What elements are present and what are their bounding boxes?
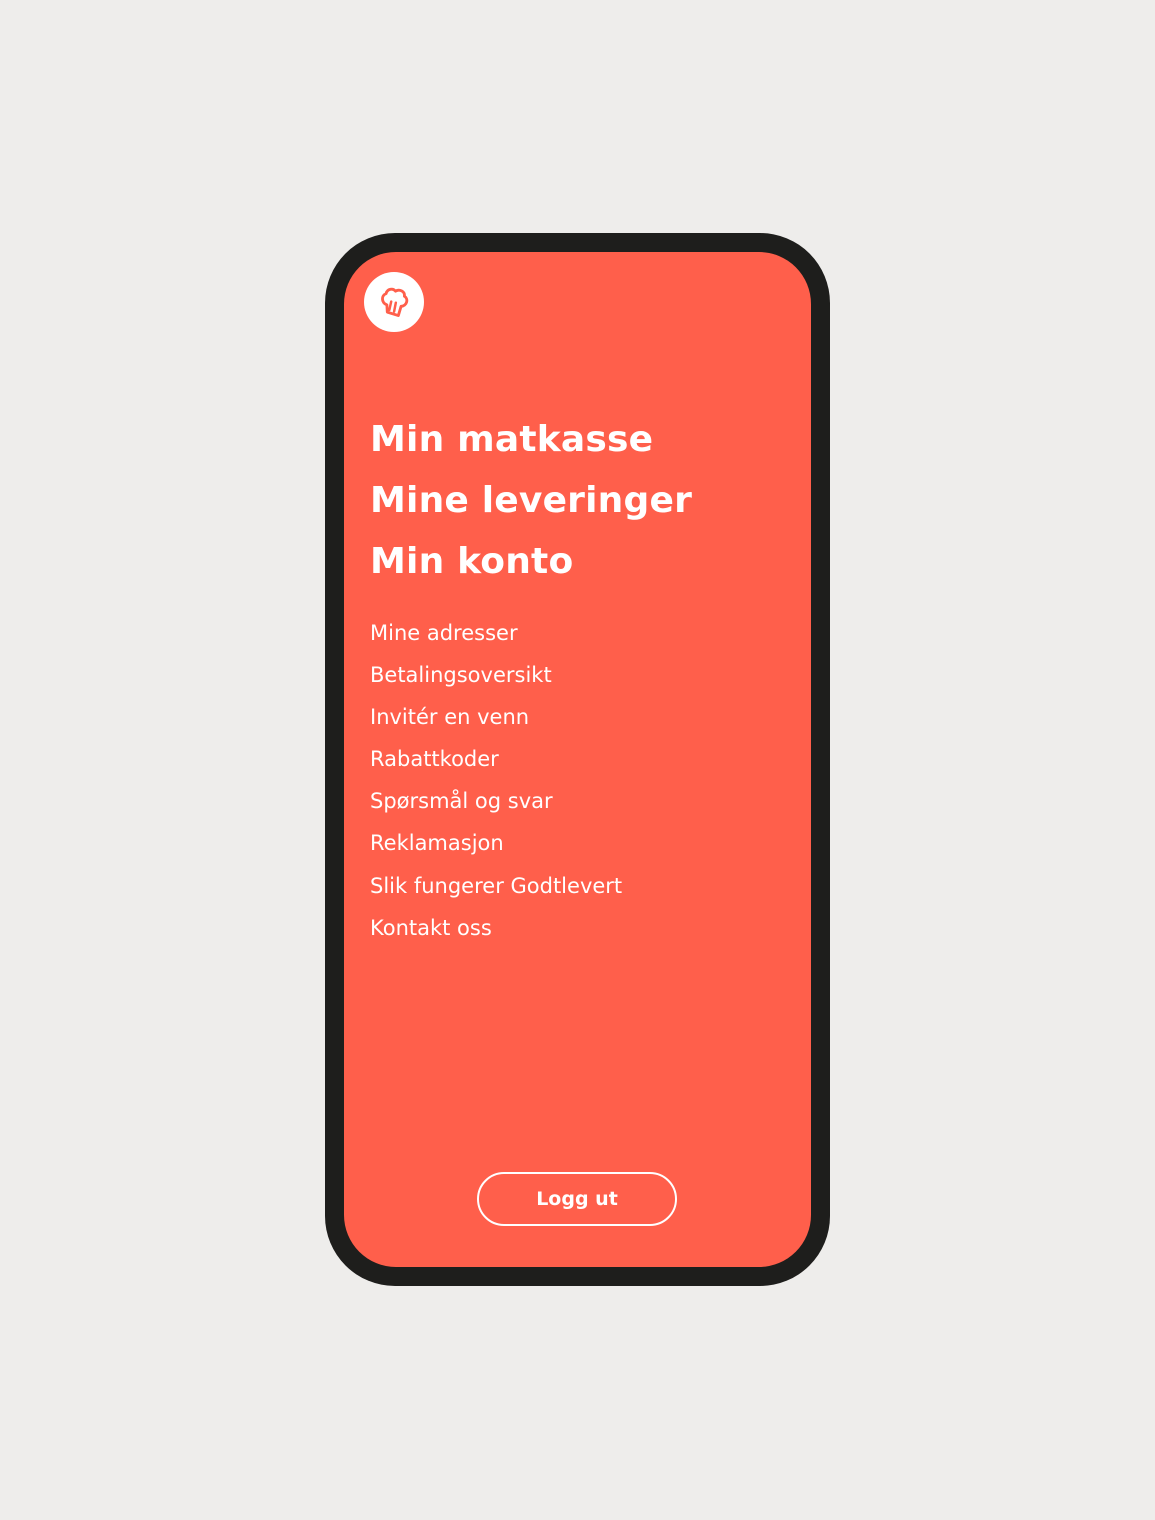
nav-item-min-konto[interactable]: Min konto <box>370 542 692 603</box>
secondary-nav: Mine adresser Betalingsoversikt Invitér … <box>370 619 622 956</box>
nav-item-betalingsoversikt[interactable]: Betalingsoversikt <box>370 661 622 703</box>
nav-item-min-matkasse[interactable]: Min matkasse <box>370 420 692 481</box>
nav-item-mine-leveringer[interactable]: Mine leveringer <box>370 481 692 542</box>
nav-item-inviter-en-venn[interactable]: Invitér en venn <box>370 703 622 745</box>
menu-screen: Min matkasse Mine leveringer Min konto M… <box>344 252 811 1267</box>
nav-item-slik-fungerer[interactable]: Slik fungerer Godtlevert <box>370 872 622 914</box>
logo[interactable] <box>364 272 424 332</box>
nav-item-mine-adresser[interactable]: Mine adresser <box>370 619 622 661</box>
logout-button[interactable]: Logg ut <box>477 1172 677 1226</box>
nav-item-kontakt-oss[interactable]: Kontakt oss <box>370 914 622 956</box>
primary-nav: Min matkasse Mine leveringer Min konto <box>370 420 692 603</box>
nav-item-sporsmal-og-svar[interactable]: Spørsmål og svar <box>370 787 622 829</box>
nav-item-rabattkoder[interactable]: Rabattkoder <box>370 745 622 787</box>
chef-hat-icon <box>381 287 409 317</box>
nav-item-reklamasjon[interactable]: Reklamasjon <box>370 829 622 871</box>
